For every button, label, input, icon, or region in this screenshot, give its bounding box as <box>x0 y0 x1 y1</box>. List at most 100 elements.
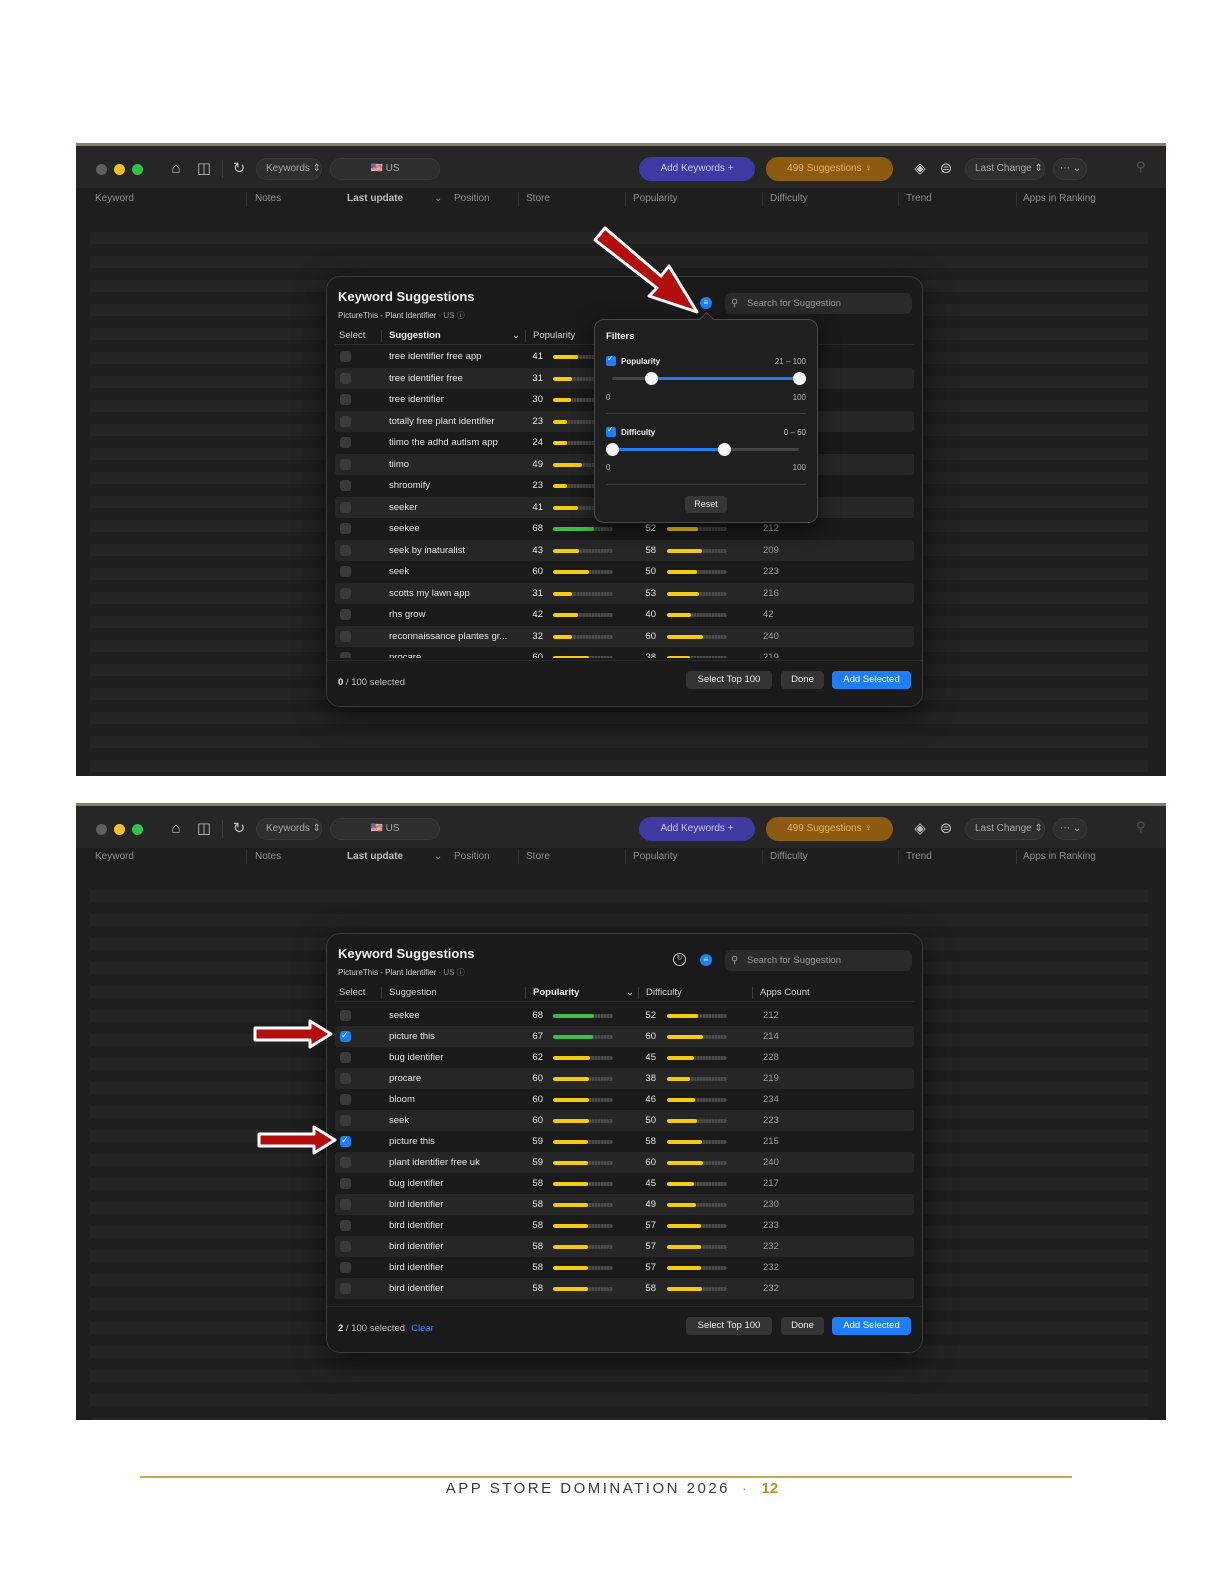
col-difficulty[interactable]: Difficulty <box>646 987 682 998</box>
popularity-filter-checkbox[interactable] <box>606 354 616 366</box>
search-icon[interactable]: ⚲ <box>1136 819 1146 835</box>
info-icon[interactable]: ⓘ <box>457 968 465 977</box>
row-select-checkbox[interactable] <box>340 437 351 448</box>
row-select-checkbox[interactable] <box>340 394 351 405</box>
row-select-checkbox[interactable] <box>340 652 351 658</box>
col-apps-count[interactable]: Apps Count <box>760 987 810 998</box>
row-select-checkbox[interactable] <box>340 523 351 534</box>
col-trend[interactable]: Trend <box>906 193 932 204</box>
suggestion-row[interactable]: rhs grow 42 40 42 <box>335 604 914 626</box>
row-select-checkbox[interactable] <box>340 1220 351 1231</box>
row-select-checkbox[interactable] <box>340 480 351 491</box>
row-select-checkbox[interactable] <box>340 351 351 362</box>
row-select-checkbox[interactable] <box>340 1094 351 1105</box>
add-keywords-button[interactable]: Add Keywords + <box>639 157 755 181</box>
window-minimize-button[interactable] <box>114 824 125 835</box>
tag-icon[interactable]: ◈ <box>910 819 930 839</box>
filter-icon[interactable]: ⊜ <box>936 159 956 179</box>
difficulty-slider[interactable] <box>606 443 799 456</box>
add-selected-button[interactable]: Add Selected <box>832 671 911 689</box>
row-select-checkbox[interactable] <box>340 372 351 384</box>
col-popularity[interactable]: Popularity <box>533 987 579 998</box>
filter-icon[interactable]: ⊜ <box>936 819 956 839</box>
suggestion-row[interactable]: bird identifier 58 49 230 <box>335 1194 914 1215</box>
suggestion-row[interactable]: bug identifier 62 45 228 <box>335 1047 914 1068</box>
row-select-checkbox[interactable] <box>340 1199 351 1210</box>
col-trend[interactable]: Trend <box>906 851 932 862</box>
country-selector[interactable]: 🇺🇸 US <box>330 818 440 840</box>
col-position[interactable]: Position <box>454 193 490 204</box>
row-select-checkbox[interactable] <box>340 501 351 513</box>
done-button[interactable]: Done <box>781 1317 824 1335</box>
suggestions-button[interactable]: 499 Suggestions ♀ <box>766 157 893 181</box>
col-popularity[interactable]: Popularity <box>533 330 575 341</box>
col-difficulty[interactable]: Difficulty <box>770 193 808 204</box>
col-last-update[interactable]: Last update <box>347 193 403 204</box>
clear-selection-link[interactable]: Clear <box>411 1323 434 1334</box>
add-selected-button[interactable]: Add Selected <box>832 1317 911 1335</box>
home-icon[interactable]: ⌂ <box>166 159 186 179</box>
row-select-checkbox[interactable] <box>340 609 351 620</box>
suggestion-row[interactable]: bird identifier 58 57 233 <box>335 1215 914 1236</box>
row-select-checkbox[interactable] <box>340 1262 351 1273</box>
search-icon[interactable]: ⚲ <box>1136 159 1146 175</box>
suggestion-row[interactable]: bloom 60 46 234 <box>335 1089 914 1110</box>
row-select-checkbox[interactable] <box>340 1010 351 1021</box>
tag-icon[interactable]: ◈ <box>910 159 930 179</box>
done-button[interactable]: Done <box>781 671 824 689</box>
row-select-checkbox[interactable] <box>340 587 351 599</box>
row-select-checkbox[interactable] <box>340 1283 351 1294</box>
col-notes[interactable]: Notes <box>255 851 281 862</box>
row-select-checkbox[interactable] <box>340 1073 351 1084</box>
suggestion-search-input[interactable]: ⚲ Search for Suggestion <box>725 293 912 314</box>
col-last-update[interactable]: Last update <box>347 851 403 862</box>
popularity-slider[interactable] <box>612 372 806 385</box>
filter-toggle-icon[interactable]: ≡ <box>700 954 712 966</box>
difficulty-min-handle[interactable] <box>606 443 619 456</box>
col-keyword[interactable]: Keyword <box>95 851 134 862</box>
suggestion-row[interactable]: scotts my lawn app 31 53 216 <box>335 582 914 604</box>
popularity-max-handle[interactable] <box>793 372 806 385</box>
difficulty-filter-checkbox[interactable] <box>606 425 616 437</box>
suggestion-row[interactable]: picture this 59 58 215 <box>335 1131 914 1152</box>
add-keywords-button[interactable]: Add Keywords + <box>639 817 755 841</box>
suggestion-row[interactable]: procare 60 38 219 <box>335 647 914 658</box>
row-select-checkbox[interactable] <box>340 1241 351 1252</box>
suggestion-row[interactable]: picture this 67 60 214 <box>335 1026 914 1047</box>
row-select-checkbox[interactable] <box>340 1178 351 1189</box>
filter-toggle-icon[interactable]: ≡ <box>700 297 712 309</box>
suggestion-row[interactable]: bird identifier 58 58 232 <box>335 1278 914 1299</box>
sort-selector[interactable]: Last Change ⇕ <box>965 158 1045 180</box>
window-minimize-button[interactable] <box>114 164 125 175</box>
popularity-min-handle[interactable] <box>645 372 659 385</box>
suggestion-row[interactable]: procare 60 38 219 <box>335 1068 914 1089</box>
col-position[interactable]: Position <box>454 851 490 862</box>
col-store[interactable]: Store <box>526 851 550 862</box>
row-select-checkbox[interactable] <box>340 1030 351 1042</box>
col-store[interactable]: Store <box>526 193 550 204</box>
suggestion-row[interactable]: plant identifier free uk 59 60 240 <box>335 1152 914 1173</box>
suggestion-search-input[interactable]: ⚲ Search for Suggestion <box>725 950 912 971</box>
suggestion-row[interactable]: seek by inaturalist 43 58 209 <box>335 539 914 561</box>
suggestion-row[interactable]: bird identifier 58 57 232 <box>335 1257 914 1278</box>
row-select-checkbox[interactable] <box>340 544 351 556</box>
col-suggestion[interactable]: Suggestion <box>389 987 437 998</box>
col-apps-in-ranking[interactable]: Apps in Ranking <box>1023 193 1096 204</box>
suggestion-row[interactable]: reconnaissance plantes gr... 32 60 240 <box>335 625 914 647</box>
keywords-selector[interactable]: Keywords ⇕ <box>256 158 322 180</box>
col-difficulty[interactable]: Difficulty <box>770 851 808 862</box>
keywords-selector[interactable]: Keywords ⇕ <box>256 818 322 840</box>
home-icon[interactable]: ⌂ <box>166 819 186 839</box>
window-close-button[interactable] <box>96 824 107 835</box>
row-select-checkbox[interactable] <box>340 1135 351 1147</box>
country-selector[interactable]: 🇺🇸 US <box>330 158 440 180</box>
col-popularity[interactable]: Popularity <box>633 193 677 204</box>
row-select-checkbox[interactable] <box>340 1052 351 1063</box>
sync-icon[interactable]: ↻ <box>673 953 686 966</box>
col-keyword[interactable]: Keyword <box>95 193 134 204</box>
window-close-button[interactable] <box>96 164 107 175</box>
window-maximize-button[interactable] <box>132 164 143 175</box>
row-select-checkbox[interactable] <box>340 415 351 427</box>
row-select-checkbox[interactable] <box>340 1115 351 1126</box>
select-top-100-button[interactable]: Select Top 100 <box>686 671 772 689</box>
